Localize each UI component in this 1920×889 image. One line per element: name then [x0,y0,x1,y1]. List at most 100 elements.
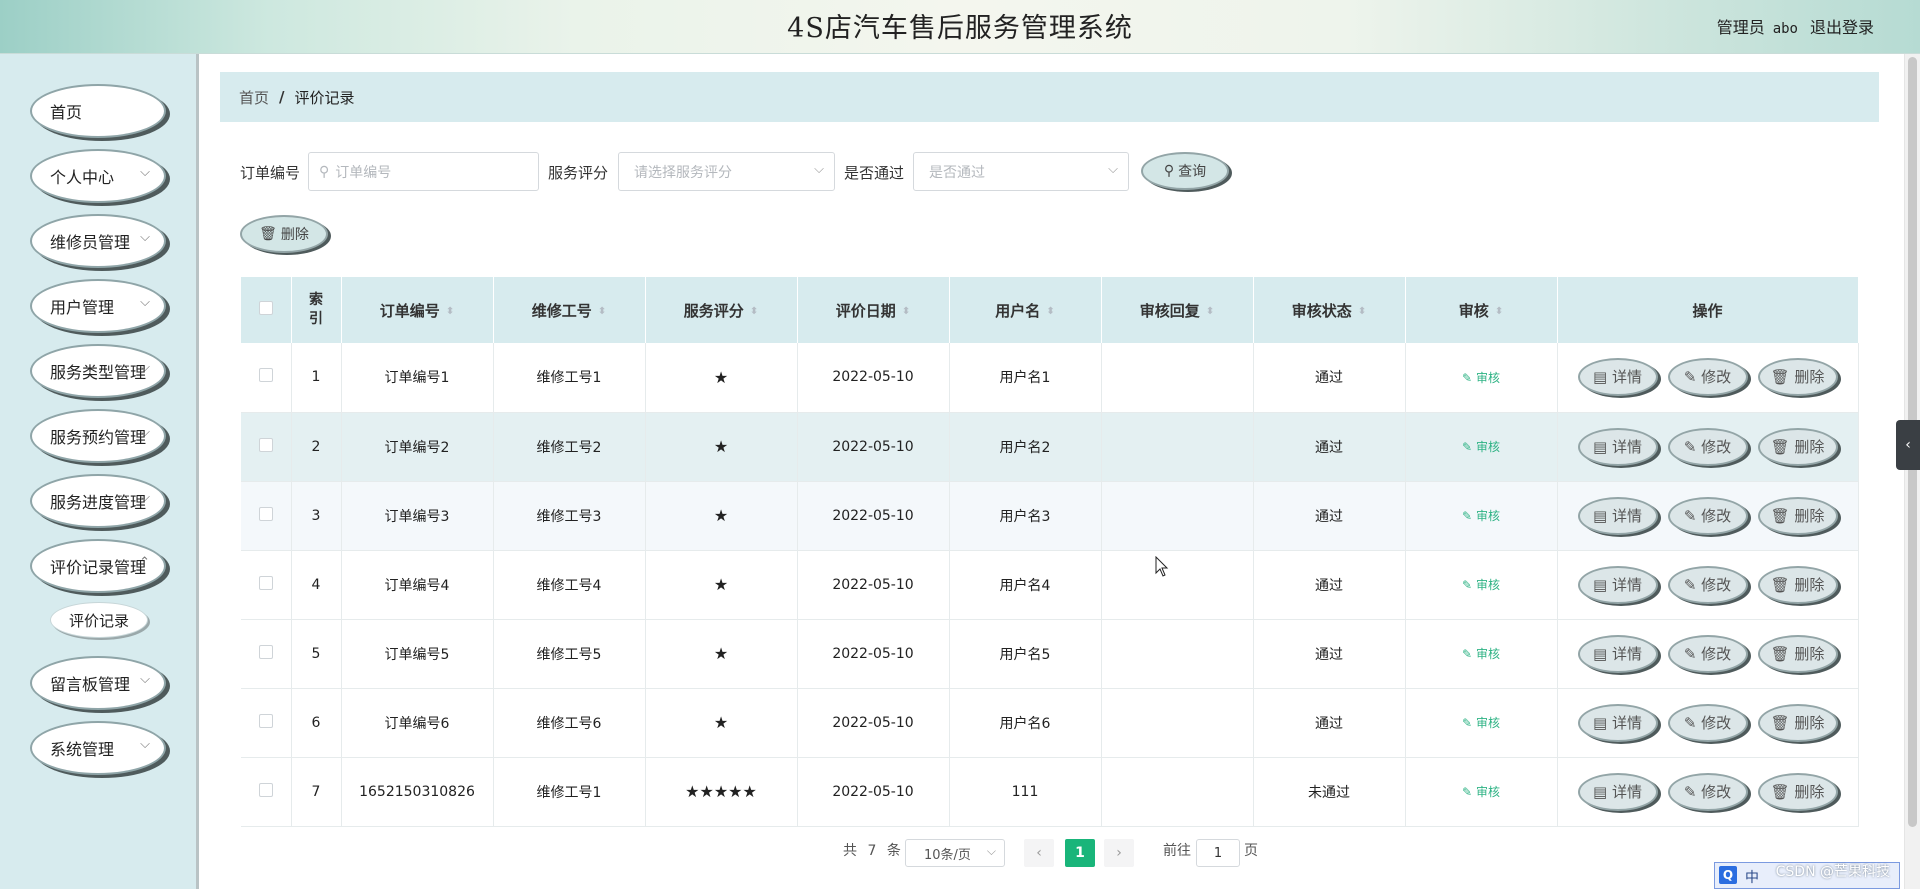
sidebar-item-message-board[interactable]: 留言板管理 ⌵ [30,656,166,710]
row-select-cell[interactable] [241,550,292,620]
goto-page-input[interactable]: 1 [1196,839,1240,867]
column-header-date[interactable]: 评价日期 ⬍ [797,277,950,343]
row-checkbox[interactable] [258,506,273,521]
sidebar-item-service-type[interactable]: 服务类型管理 ⌵ [30,344,166,398]
sidebar-subitem-review-records[interactable]: 评价记录 [50,602,148,638]
detail-button[interactable]: ▤ 详情 [1577,772,1658,811]
row-checkbox[interactable] [258,437,273,452]
page-scrollbar[interactable] [1904,54,1920,889]
table-row[interactable]: 3 订单编号3 维修工号3 ★ 2022-05-10 用户名3 通过 ✎ 审核 ▤ 详情 ✎ 修改… [241,481,1859,551]
detail-button[interactable]: ▤ 详情 [1577,565,1658,604]
row-select-cell[interactable] [241,481,292,551]
table-row[interactable]: 2 订单编号2 维修工号2 ★ 2022-05-10 用户名2 通过 ✎ 审核 ▤ 详情 ✎ 修改… [241,412,1859,482]
sidebar-item-users[interactable]: 用户管理 ⌵ [30,279,166,333]
sidebar-item-home[interactable]: 首页 [30,84,166,138]
audit-link[interactable]: ✎ 审核 [1462,785,1500,799]
query-button[interactable]: ⚲ 查询 [1141,152,1229,190]
sidebar-item-system[interactable]: 系统管理 ⌵ [30,721,166,775]
edit-button[interactable]: ✎ 修改 [1667,358,1748,397]
detail-button[interactable]: ▤ 详情 [1577,496,1658,535]
edit-button[interactable]: ✎ 修改 [1667,565,1748,604]
pass-status-select[interactable]: 是否通过 ⌵ [913,152,1129,191]
detail-button[interactable]: ▤ 详情 [1577,358,1658,397]
delete-button[interactable]: 🗑 删除 [1757,703,1838,742]
row-select-cell[interactable] [241,343,292,413]
delete-button[interactable]: 🗑 删除 [1757,427,1838,466]
sort-icon[interactable]: ⬍ [1358,306,1366,317]
search-icon: ⚲ [1163,163,1175,179]
table-row[interactable]: 4 订单编号4 维修工号4 ★ 2022-05-10 用户名4 通过 ✎ 审核 ▤ 详情 ✎ 修改… [241,550,1859,620]
sidebar-item-personal-center[interactable]: 个人中心 ⌵ [30,149,166,203]
next-page-button[interactable]: › [1104,839,1134,867]
order-number-input[interactable]: ⚲ 订单编号 [308,152,539,191]
row-checkbox[interactable] [258,713,273,728]
ime-mode[interactable]: 中 [1745,867,1759,887]
chevron-down-icon: ⌵ [140,360,150,375]
sort-icon[interactable]: ⬍ [750,306,758,317]
row-checkbox[interactable] [258,575,273,590]
row-checkbox[interactable] [258,782,273,797]
sidebar-item-review[interactable]: 评价记录管理 ⌃ [30,539,166,593]
detail-button[interactable]: ▤ 详情 [1577,427,1658,466]
delete-button[interactable]: 🗑 删除 [1757,496,1838,535]
star-rating: ★ [713,644,729,663]
table-row[interactable]: 7 1652150310826 维修工号1 ★★★★★ 2022-05-10 111 未通过… [241,757,1859,827]
edit-button[interactable]: ✎ 修改 [1667,703,1748,742]
delete-button[interactable]: 🗑 删除 [1757,565,1838,604]
row-select-cell[interactable] [241,412,292,482]
sidebar-item-appointment[interactable]: 服务预约管理 ⌵ [30,409,166,463]
pagination-total: 共 7 条 [843,843,901,859]
collapse-panel-button[interactable]: ‹ [1896,420,1920,470]
edit-button[interactable]: ✎ 修改 [1667,772,1748,811]
cell-worker: 维修工号6 [493,688,646,758]
search-icon: ⚲ [319,163,330,180]
column-header-status[interactable]: 审核状态 ⬍ [1253,277,1406,343]
sort-icon[interactable]: ⬍ [446,306,454,317]
column-header-worker[interactable]: 维修工号 ⬍ [493,277,646,343]
audit-link[interactable]: ✎ 审核 [1462,647,1500,661]
edit-button[interactable]: ✎ 修改 [1667,496,1748,535]
column-header-reply[interactable]: 审核回复 ⬍ [1101,277,1254,343]
audit-link[interactable]: ✎ 审核 [1462,578,1500,592]
audit-link[interactable]: ✎ 审核 [1462,716,1500,730]
breadcrumb-home[interactable]: 首页 [239,87,269,108]
detail-button[interactable]: ▤ 详情 [1577,703,1658,742]
table-row[interactable]: 6 订单编号6 维修工号6 ★ 2022-05-10 用户名6 通过 ✎ 审核 ▤ 详情 ✎ 修改… [241,688,1859,758]
page-number-button[interactable]: 1 [1065,839,1095,867]
select-all-checkbox[interactable] [258,301,273,315]
row-select-cell[interactable] [241,619,292,689]
service-score-select[interactable]: 请选择服务评分 ⌵ [618,152,835,191]
row-select-cell[interactable] [241,688,292,758]
column-header-score[interactable]: 服务评分 ⬍ [645,277,798,343]
table-row[interactable]: 5 订单编号5 维修工号5 ★ 2022-05-10 用户名5 通过 ✎ 审核 ▤ 详情 ✎ 修改… [241,619,1859,689]
sort-icon[interactable]: ⬍ [1046,306,1054,317]
column-header-audit[interactable]: 审核 ⬍ [1405,277,1558,343]
delete-button[interactable]: 🗑 删除 [1757,634,1838,673]
prev-page-button[interactable]: ‹ [1024,839,1054,867]
row-checkbox[interactable] [258,644,273,659]
table-row[interactable]: 1 订单编号1 维修工号1 ★ 2022-05-10 用户名1 通过 ✎ 审核 ▤ 详情 ✎ 修改… [241,343,1859,413]
sort-icon[interactable]: ⬍ [1206,306,1214,317]
audit-link[interactable]: ✎ 审核 [1462,440,1500,454]
sidebar-item-repairman[interactable]: 维修员管理 ⌵ [30,214,166,268]
sort-icon[interactable]: ⬍ [1495,306,1503,317]
edit-button[interactable]: ✎ 修改 [1667,427,1748,466]
page-size-select[interactable]: 10条/页 ⌵ [905,839,1005,867]
column-header-order[interactable]: 订单编号 ⬍ [341,277,494,343]
row-checkbox[interactable] [258,368,273,383]
sort-icon[interactable]: ⬍ [902,306,910,317]
audit-link[interactable]: ✎ 审核 [1462,509,1500,523]
edit-button[interactable]: ✎ 修改 [1667,634,1748,673]
logout-button[interactable]: 退出登录 [1810,14,1874,38]
delete-button[interactable]: 🗑 删除 [1757,358,1838,397]
select-all-cell[interactable] [241,277,292,343]
delete-button[interactable]: 🗑 删除 [1757,772,1838,811]
sort-icon[interactable]: ⬍ [598,306,606,317]
column-header-user[interactable]: 用户名 ⬍ [949,277,1102,343]
batch-delete-button[interactable]: 🗑 删除 [240,215,328,253]
row-select-cell[interactable] [241,757,292,827]
audit-link[interactable]: ✎ 审核 [1462,371,1500,385]
cell-reply [1101,619,1254,689]
detail-button[interactable]: ▤ 详情 [1577,634,1658,673]
sidebar-item-progress[interactable]: 服务进度管理 ⌵ [30,474,166,528]
